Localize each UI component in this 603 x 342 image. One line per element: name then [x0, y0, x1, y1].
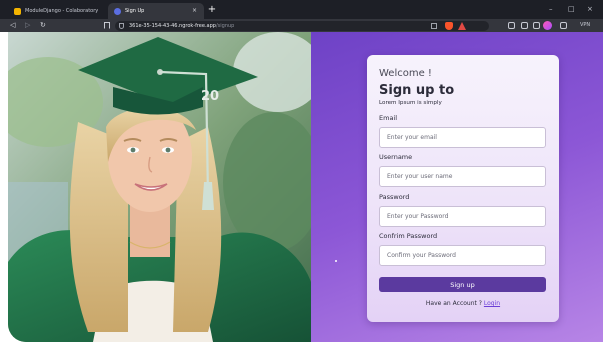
confirm-password-label: Confrim Password [379, 232, 438, 240]
password-label: Password [379, 193, 410, 201]
password-field[interactable] [379, 206, 546, 227]
maximize-button[interactable]: □ [568, 4, 575, 14]
leo-ai-icon[interactable] [543, 21, 552, 30]
wallet-icon[interactable] [533, 22, 540, 29]
page-favicon-icon [114, 7, 121, 15]
confirm-password-field[interactable] [379, 245, 546, 266]
browser-tab-bar: ModuleDjango - Colaboratory Sign Up × + … [0, 0, 603, 19]
menu-icon[interactable] [560, 22, 567, 29]
sparkle-dot [335, 260, 337, 262]
email-label: Email [379, 114, 398, 122]
subtitle: Lorem Ipsum is simply [379, 100, 442, 106]
email-field[interactable] [379, 127, 546, 148]
login-prompt: Have an Account ? Login [367, 300, 559, 307]
new-tab-button[interactable]: + [206, 3, 218, 17]
username-field[interactable] [379, 166, 546, 187]
forward-button[interactable]: ▷ [25, 20, 30, 31]
share-icon[interactable] [431, 23, 437, 29]
graduate-photo: 20 [8, 32, 311, 342]
tab-title: Sign Up [125, 8, 145, 14]
graduate-illustration: 20 [8, 32, 311, 342]
tab-colab[interactable]: ModuleDjango - Colaboratory [8, 3, 108, 19]
close-tab-icon[interactable]: × [192, 7, 197, 14]
vpn-button[interactable]: VPN [580, 20, 590, 31]
signup-page: 20 Welcome ! Sign up to Lorem Ipsum is s… [8, 32, 603, 342]
tab-sign-up[interactable]: Sign Up × [108, 3, 204, 19]
reload-button[interactable]: ↻ [40, 20, 46, 31]
sidebar-icon[interactable] [521, 22, 528, 29]
welcome-text: Welcome ! [379, 68, 432, 79]
login-link[interactable]: Login [484, 300, 500, 307]
brave-rewards-icon[interactable] [458, 22, 466, 30]
url-text[interactable]: 361e-35-154-43-46.ngrok-free.app/signup [129, 22, 234, 30]
signup-card: Welcome ! Sign up to Lorem Ipsum is simp… [367, 55, 559, 322]
tab-title: ModuleDjango - Colaboratory [25, 8, 99, 14]
address-bar[interactable]: 361e-35-154-43-46.ngrok-free.app/signup [115, 21, 489, 31]
close-window-button[interactable]: × [587, 4, 593, 14]
bookmark-icon[interactable] [104, 22, 110, 29]
browser-toolbar: ◁ ▷ ↻ 361e-35-154-43-46.ngrok-free.app/s… [0, 19, 603, 32]
colab-favicon-icon [14, 7, 21, 15]
login-prompt-text: Have an Account ? [425, 300, 482, 307]
cap-year-charm: 20 [201, 89, 219, 104]
page-title: Sign up to [379, 83, 455, 98]
minimize-button[interactable]: – [549, 4, 553, 14]
brave-shields-icon[interactable] [445, 22, 453, 30]
extensions-icon[interactable] [508, 22, 515, 29]
sign-up-button[interactable]: Sign up [379, 277, 546, 292]
site-info-icon[interactable] [119, 23, 124, 29]
back-button[interactable]: ◁ [10, 20, 15, 31]
username-label: Username [379, 153, 413, 161]
